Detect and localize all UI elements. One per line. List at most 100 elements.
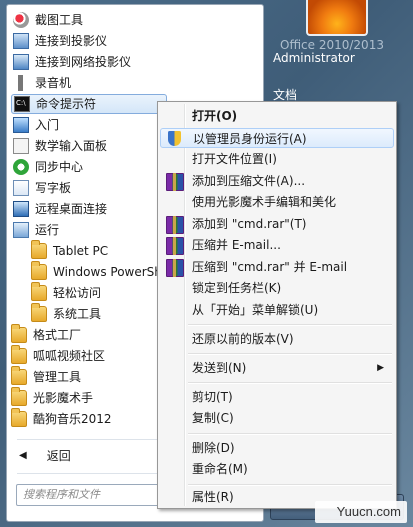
program-item-cmd[interactable]: C:\ 命令提示符 (11, 94, 167, 114)
menu-item-open[interactable]: 打开(O) (160, 106, 394, 126)
folder-icon (11, 366, 27, 385)
menu-item-cut[interactable]: 剪切(T) (160, 387, 394, 407)
program-folder-nenomagic[interactable]: 光影魔术手 (11, 387, 94, 408)
menu-item-pin-taskbar[interactable]: 锁定到任务栏(K) (160, 278, 394, 298)
program-label: 同步中心 (35, 160, 84, 174)
program-folder-kugou[interactable]: 酷狗音乐2012 (11, 408, 112, 429)
getting-started-icon (13, 117, 29, 133)
menu-item-label: 删除(D) (192, 441, 235, 455)
menu-item-open-file-location[interactable]: 打开文件位置(I) (160, 149, 394, 169)
menu-item-label: 剪切(T) (192, 390, 233, 404)
menu-item-label: 重命名(M) (192, 462, 248, 476)
menu-item-label: 打开(O) (192, 109, 238, 123)
start-menu-screen: Office 2010/2013 Administrator 文档 截图工具 连… (0, 0, 413, 527)
remote-desktop-icon (13, 201, 29, 217)
right-faint-text: Office 2010/2013 (280, 38, 384, 52)
menu-item-label: 添加到压缩文件(A)... (192, 174, 306, 188)
program-folder-system-tools[interactable]: 系统工具 (31, 303, 102, 324)
program-label: 运行 (35, 223, 60, 237)
program-item-network-projector[interactable]: 连接到网络投影仪 (13, 52, 131, 72)
menu-item-add-to-archive[interactable]: 添加到压缩文件(A)... (160, 171, 394, 191)
folder-icon (31, 282, 47, 301)
menu-item-unpin-start[interactable]: 从「开始」菜单解锁(U) (160, 300, 394, 320)
menu-separator (188, 353, 392, 354)
cmd-icon: C:\ (14, 96, 30, 112)
program-label: 系统工具 (53, 307, 102, 321)
menu-item-label: 还原以前的版本(V) (192, 332, 294, 346)
program-label: 数学输入面板 (35, 139, 108, 153)
menu-item-compress-email[interactable]: 压缩并 E-mail... (160, 235, 394, 255)
menu-item-label: 复制(C) (192, 411, 234, 425)
back-button[interactable]: ◀ 返回 (13, 446, 71, 466)
folder-icon (11, 387, 27, 406)
context-menu: 打开(O) 以管理员身份运行(A) 打开文件位置(I) 添加到压缩文件(A)..… (157, 101, 397, 509)
menu-separator (188, 324, 392, 325)
program-folder-format-factory[interactable]: 格式工厂 (11, 324, 82, 345)
math-panel-icon (13, 138, 29, 154)
program-item-sound-recorder[interactable]: 录音机 (13, 73, 71, 93)
program-item-sync-center[interactable]: 同步中心 (13, 157, 83, 177)
user-avatar[interactable] (306, 0, 368, 36)
menu-item-label: 发送到(N) (192, 361, 247, 375)
program-item-math-panel[interactable]: 数学输入面板 (13, 136, 107, 156)
program-folder-admin-tools[interactable]: 管理工具 (11, 366, 82, 387)
program-item-run[interactable]: 运行 (13, 220, 59, 240)
menu-item-run-as-admin[interactable]: 以管理员身份运行(A) (160, 128, 394, 148)
program-label: Tablet PC (53, 244, 109, 258)
menu-separator (188, 484, 392, 485)
menu-item-label: 锁定到任务栏(K) (192, 281, 282, 295)
menu-item-label: 压缩到 "cmd.rar" 并 E-mail (192, 260, 348, 274)
menu-item-delete[interactable]: 删除(D) (160, 438, 394, 458)
menu-item-send-to[interactable]: 发送到(N) ▶ (160, 358, 394, 378)
program-folder-ease-of-access[interactable]: 轻松访问 (31, 282, 101, 303)
menu-item-rename[interactable]: 重命名(M) (160, 459, 394, 479)
menu-item-copy[interactable]: 复制(C) (160, 408, 394, 428)
program-folder-tablet-pc[interactable]: Tablet PC (31, 240, 109, 261)
program-label: Windows PowerSh (53, 265, 162, 279)
menu-item-label: 以管理员身份运行(A) (193, 132, 307, 146)
program-label: 酷狗音乐2012 (33, 412, 112, 426)
folder-icon (11, 324, 27, 343)
program-label: 呱呱视频社区 (33, 349, 106, 363)
menu-separator (188, 433, 392, 434)
user-name-link[interactable]: Administrator (273, 51, 355, 65)
submenu-arrow-icon: ▶ (377, 363, 384, 373)
winrar-icon (166, 259, 184, 277)
program-label: 命令提示符 (36, 97, 97, 111)
program-label: 格式工厂 (33, 328, 82, 342)
projector-icon (13, 33, 29, 49)
program-item-snipping-tool[interactable]: 截图工具 (13, 10, 83, 30)
program-folder-guagua[interactable]: 呱呱视频社区 (11, 345, 106, 366)
wordpad-icon (13, 180, 29, 196)
program-folder-powershell[interactable]: Windows PowerSh (31, 261, 162, 282)
winrar-icon (166, 216, 184, 234)
program-label: 光影魔术手 (33, 391, 94, 405)
program-label: 截图工具 (35, 13, 84, 27)
program-item-remote-desktop[interactable]: 远程桌面连接 (13, 199, 107, 219)
folder-icon (31, 303, 47, 322)
program-item-getting-started[interactable]: 入门 (13, 115, 59, 135)
folder-icon (31, 240, 47, 259)
menu-item-edit-nenomagic[interactable]: 使用光影魔术手编辑和美化 (160, 192, 394, 212)
program-label: 写字板 (35, 181, 72, 195)
menu-item-label: 打开文件位置(I) (192, 152, 277, 166)
scissors-icon (13, 12, 29, 28)
run-icon (13, 222, 29, 238)
program-label: 连接到网络投影仪 (35, 55, 132, 69)
menu-item-compress-cmd-rar-email[interactable]: 压缩到 "cmd.rar" 并 E-mail (160, 257, 394, 277)
menu-item-add-to-cmd-rar[interactable]: 添加到 "cmd.rar"(T) (160, 214, 394, 234)
network-projector-icon (13, 54, 29, 70)
program-item-projector[interactable]: 连接到投影仪 (13, 31, 107, 51)
menu-item-restore-versions[interactable]: 还原以前的版本(V) (160, 329, 394, 349)
menu-item-label: 属性(R) (192, 490, 234, 504)
back-label: 返回 (46, 449, 71, 463)
program-label: 远程桌面连接 (35, 202, 108, 216)
menu-item-label: 从「开始」菜单解锁(U) (192, 303, 319, 317)
menu-item-label: 压缩并 E-mail... (192, 238, 281, 252)
winrar-icon (166, 237, 184, 255)
program-item-wordpad[interactable]: 写字板 (13, 178, 71, 198)
program-label: 管理工具 (33, 370, 82, 384)
menu-separator (188, 382, 392, 383)
menu-item-label: 使用光影魔术手编辑和美化 (192, 195, 337, 209)
folder-icon (31, 261, 47, 280)
